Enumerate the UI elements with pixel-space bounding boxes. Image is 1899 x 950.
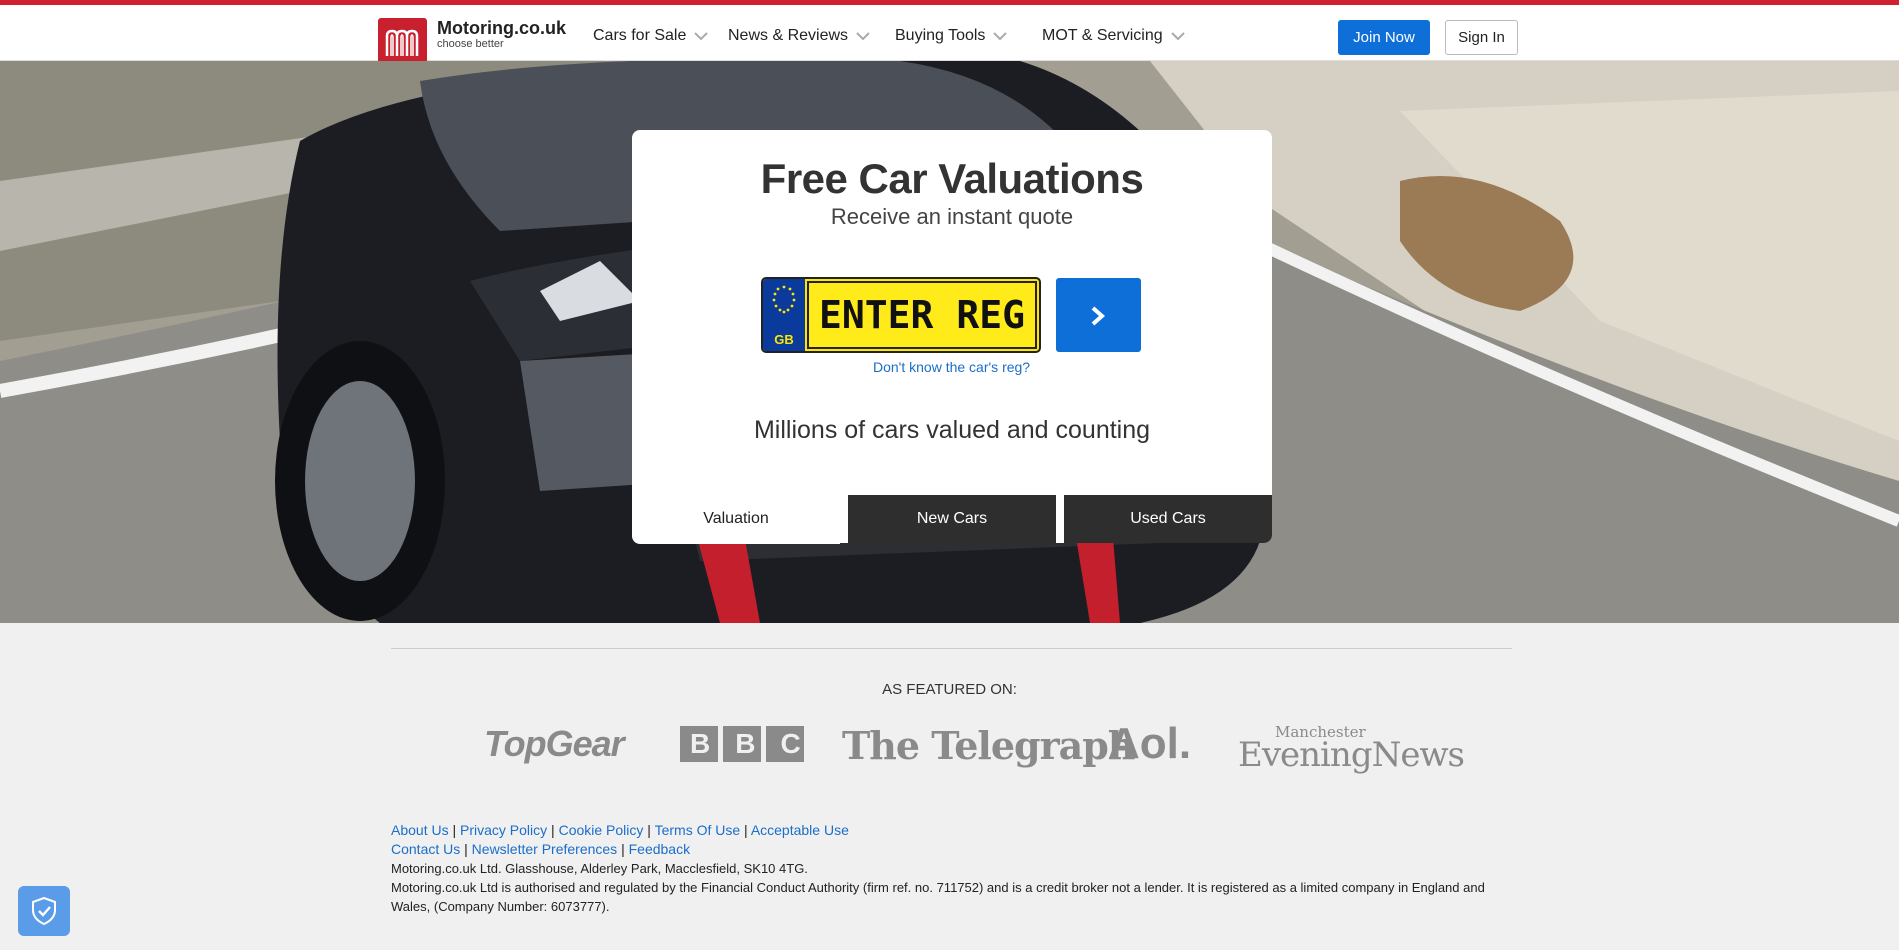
submit-reg-button[interactable] [1056, 278, 1141, 352]
brand-tagline: choose better [437, 38, 504, 50]
join-now-button[interactable]: Join Now [1338, 20, 1430, 55]
featured-label: AS FEATURED ON: [882, 681, 1017, 698]
topgear-logo: TopGear [484, 723, 625, 764]
reg-input-text[interactable]: ENTER REG [807, 281, 1037, 349]
tab-new-cars[interactable]: New Cars [848, 495, 1056, 543]
sign-in-button[interactable]: Sign In [1445, 20, 1518, 55]
divider [391, 648, 1512, 649]
legal-text: Motoring.co.uk Ltd is authorised and reg… [391, 880, 1485, 914]
tab-used-cars[interactable]: Used Cars [1064, 495, 1272, 543]
eu-flag-icon: GB [763, 279, 805, 351]
footer-link-privacy[interactable]: Privacy Policy [460, 822, 547, 838]
men-logo-bottom: EveningNews [1238, 735, 1465, 775]
valuation-card: Free Car Valuations Receive an instant q… [632, 130, 1272, 543]
chevron-down-icon [856, 32, 870, 41]
aol-logo: Aol. [1108, 719, 1192, 768]
eu-stars-icon [772, 285, 796, 314]
bbc-logo-letters: BBC [690, 728, 826, 759]
chevron-down-icon [993, 32, 1008, 41]
company-address: Motoring.co.uk Ltd. Glasshouse, Alderley… [391, 861, 808, 876]
valuation-tagline: Millions of cars valued and counting [753, 416, 1151, 444]
footer-link-contact[interactable]: Contact Us [391, 841, 460, 857]
page-subtitle: Receive an instant quote [830, 204, 1074, 229]
footer-link-terms[interactable]: Terms Of Use [655, 822, 741, 838]
site-header: Motoring.co.uk choose better Cars for Sa… [0, 5, 1899, 68]
brand-name: Motoring.co.uk [437, 18, 566, 38]
hero-tabs: Valuation New Cars Used Cars [632, 495, 1272, 544]
footer-link-newsletter[interactable]: Newsletter Preferences [472, 841, 618, 857]
page-title: Free Car Valuations [760, 155, 1144, 202]
nav-label: Buying Tools [895, 27, 986, 44]
nav-mot-servicing[interactable]: MOT & Servicing [1042, 27, 1185, 45]
dont-know-reg-link[interactable]: Don't know the car's reg? [873, 359, 1030, 375]
privacy-shield-button[interactable] [18, 886, 70, 936]
nav-label: News & Reviews [728, 27, 849, 44]
brand[interactable]: Motoring.co.uk choose better [437, 18, 566, 50]
site-footer: About Us | Privacy Policy | Cookie Polic… [0, 821, 1899, 950]
nav-cars-for-sale[interactable]: Cars for Sale [593, 27, 709, 45]
chevron-down-icon [694, 32, 709, 41]
footer-link-feedback[interactable]: Feedback [629, 841, 690, 857]
shield-check-icon [32, 897, 56, 925]
footer-links-row-2: Contact Us | Newsletter Preferences | Fe… [391, 841, 691, 857]
bbc-logo-text: BBC [680, 726, 804, 762]
telegraph-logo: The Telegraph [842, 723, 1135, 768]
footer-links-row-1: About Us | Privacy Policy | Cookie Polic… [391, 822, 849, 838]
footer-link-acceptable-use[interactable]: Acceptable Use [751, 822, 849, 838]
plate-country: GB [774, 332, 794, 347]
footer-link-cookie[interactable]: Cookie Policy [559, 822, 644, 838]
nav-news-reviews[interactable]: News & Reviews [728, 27, 870, 45]
reg-plate-input[interactable]: GB ENTER REG [761, 277, 1041, 353]
nav-label: MOT & Servicing [1042, 27, 1163, 44]
nav-label: Cars for Sale [593, 27, 687, 44]
footer-link-about[interactable]: About Us [391, 822, 449, 838]
chevron-down-icon [1170, 32, 1185, 41]
nav-buying-tools[interactable]: Buying Tools [895, 27, 1008, 45]
chevron-right-icon [1091, 306, 1106, 326]
featured-section: AS FEATURED ON: TopGear BBC The Telegrap… [0, 623, 1899, 821]
tab-valuation[interactable]: Valuation [632, 495, 840, 544]
